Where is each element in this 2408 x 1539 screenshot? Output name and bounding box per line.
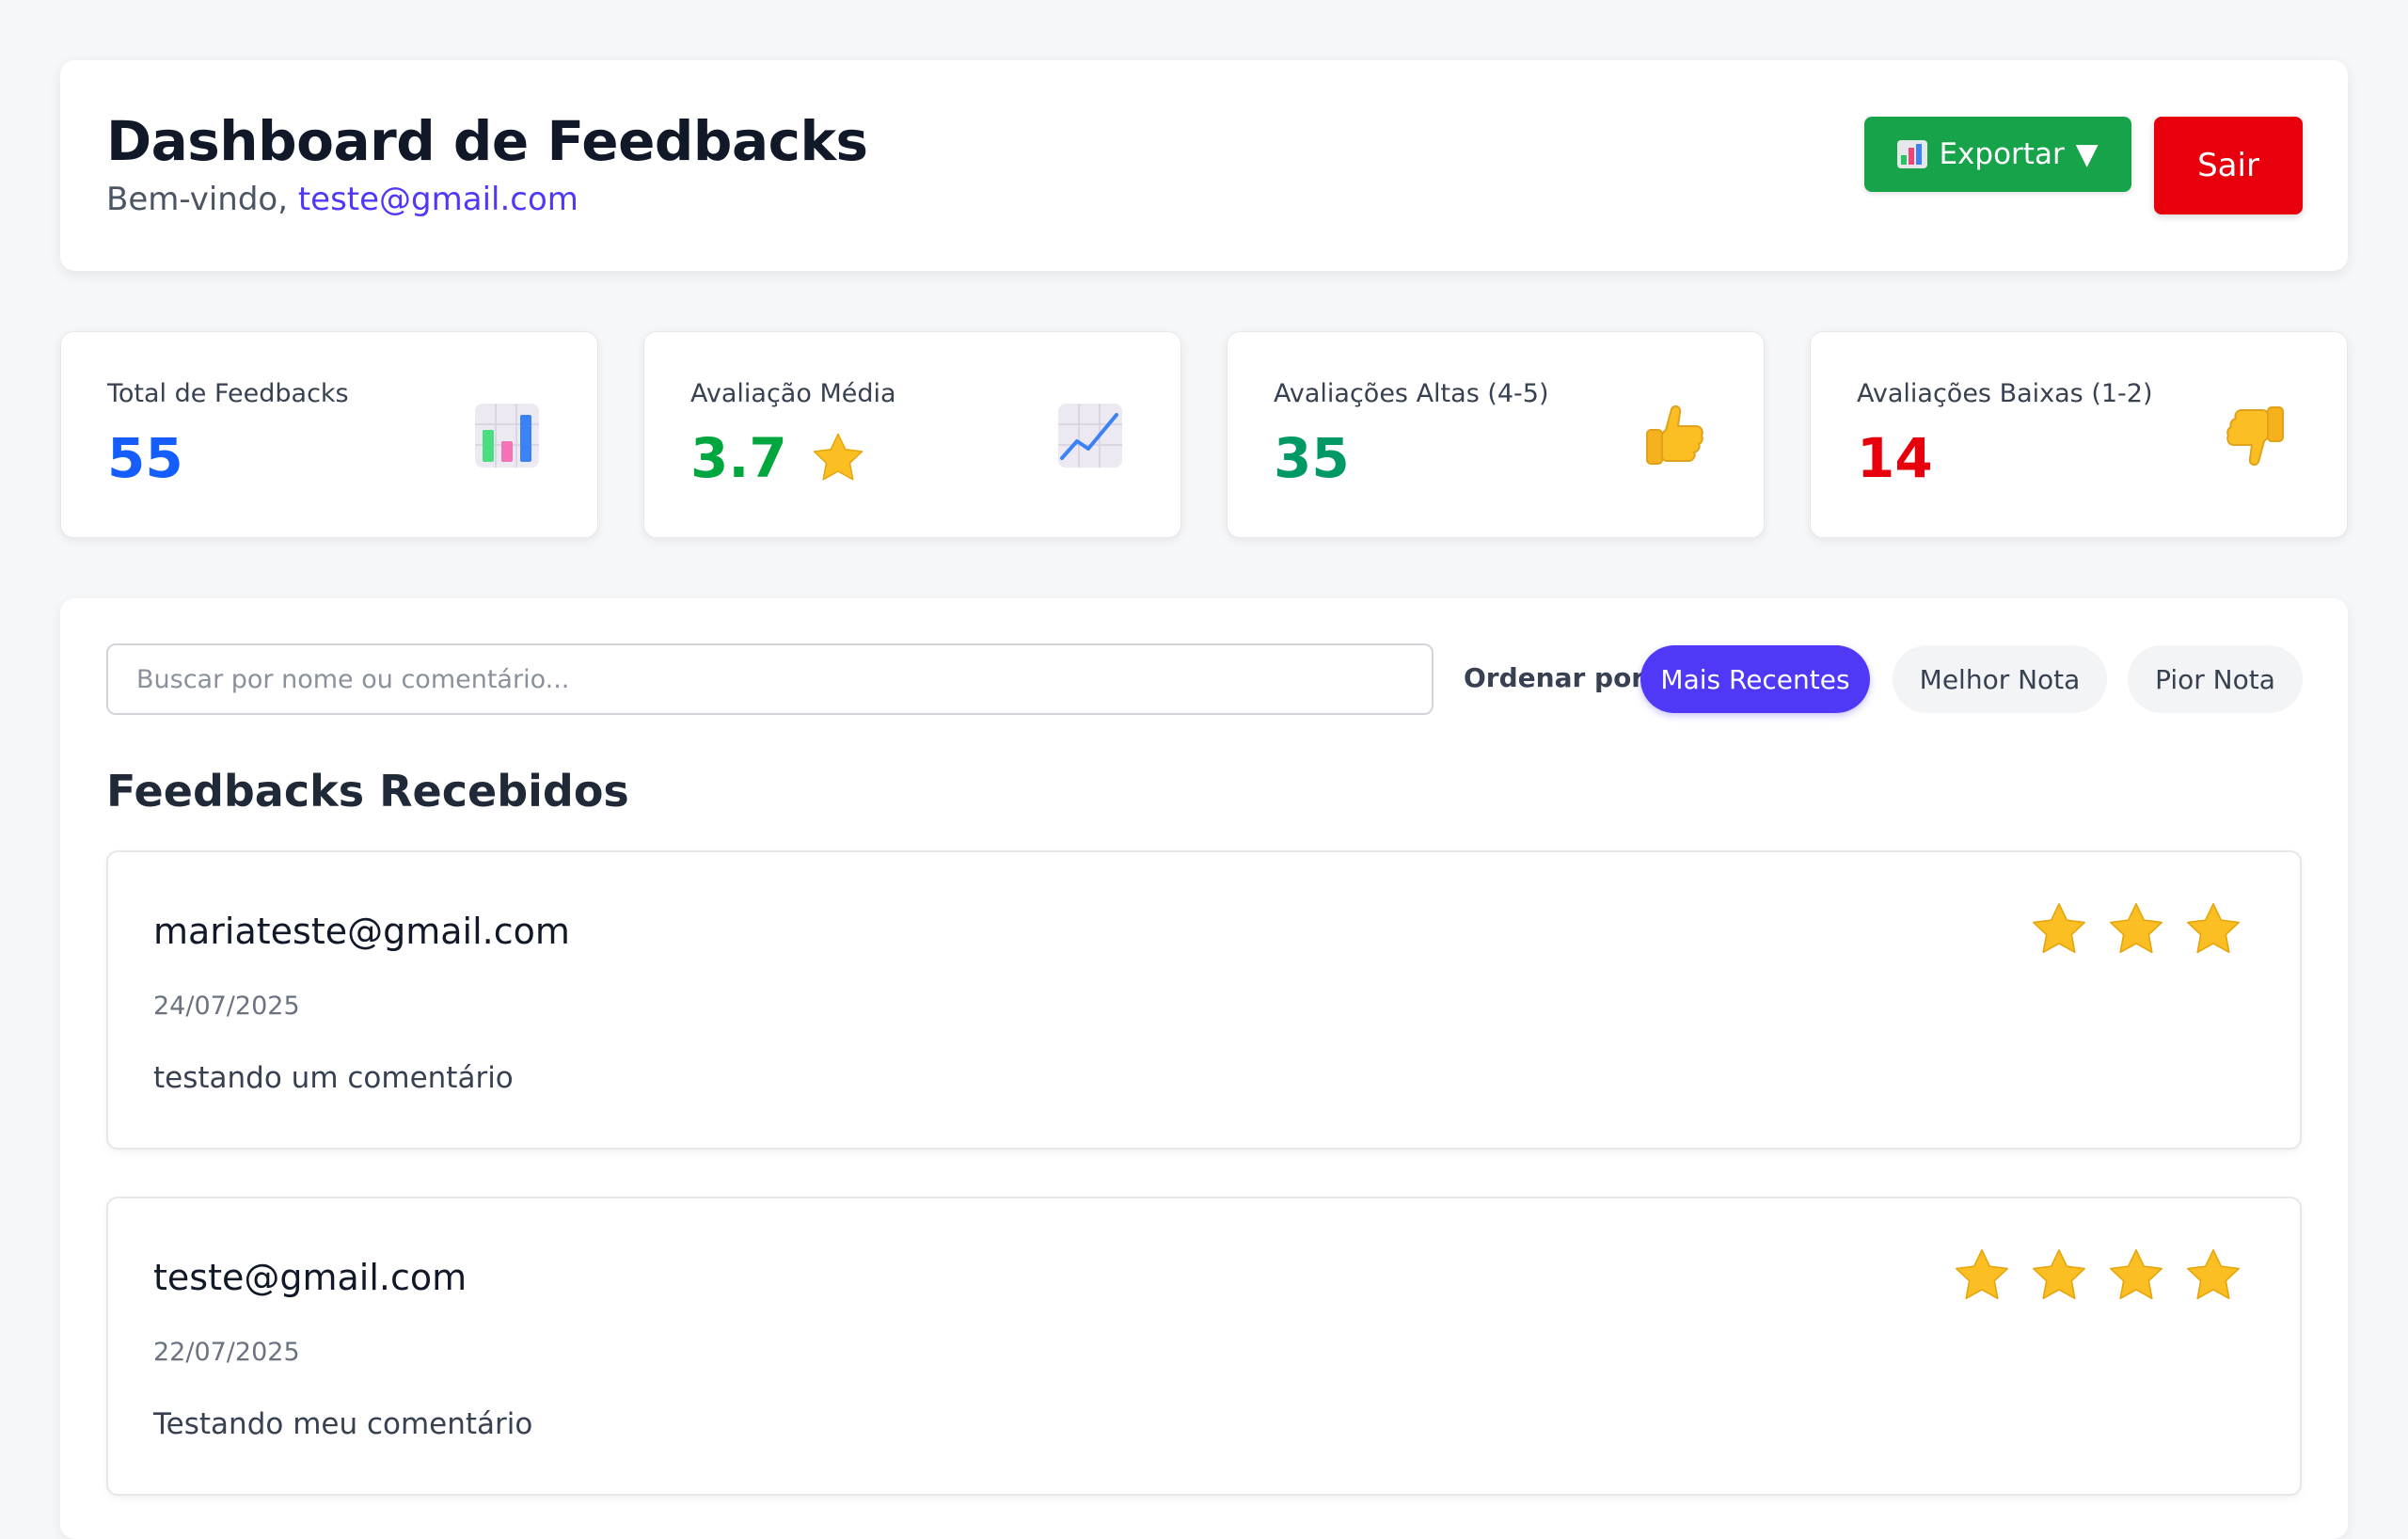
feedback-card: teste@gmail.com 22/07/2025 Testando meu … <box>106 1197 2302 1496</box>
feedbacks-panel: Ordenar por: Mais Recentes Melhor Nota P… <box>60 598 2348 1539</box>
sort-best-button[interactable]: Melhor Nota <box>1893 645 2107 713</box>
stat-label: Avaliações Baixas (1-2) <box>1857 379 2153 408</box>
feedback-date: 22/07/2025 <box>153 1338 300 1367</box>
export-button[interactable]: Exportar ▼ <box>1864 117 2131 192</box>
feedback-card: mariateste@gmail.com 24/07/2025 testando… <box>106 850 2302 1150</box>
stat-number: 55 <box>107 426 183 490</box>
thumbs-up-icon <box>1640 402 1707 469</box>
chevron-down-icon: ▼ <box>2075 137 2099 171</box>
stat-value: 14 <box>1857 426 1933 490</box>
search-input[interactable] <box>106 643 1434 715</box>
star-icon <box>2029 1245 2089 1306</box>
feedback-comment: Testando meu comentário <box>153 1407 533 1441</box>
bar-chart-icon <box>1897 140 1928 168</box>
page-title: Dashboard de Feedbacks <box>106 109 868 173</box>
feedback-comment: testando um comentário <box>153 1061 514 1095</box>
user-email: teste@gmail.com <box>297 181 578 218</box>
rating-stars <box>2029 899 2243 960</box>
star-icon <box>1952 1245 2012 1306</box>
stat-label: Avaliações Altas (4-5) <box>1274 379 1549 408</box>
stat-label: Avaliação Média <box>690 379 896 408</box>
star-icon <box>2029 899 2089 960</box>
bar-chart-icon <box>473 402 541 469</box>
stat-value: 3.7 <box>690 426 866 490</box>
stat-value: 35 <box>1274 426 1350 490</box>
feedback-author: mariateste@gmail.com <box>153 911 570 952</box>
star-icon <box>2183 1245 2243 1306</box>
header-card: Dashboard de Feedbacks Bem-vindo, teste@… <box>60 60 2348 271</box>
sort-worst-button[interactable]: Pior Nota <box>2128 645 2303 713</box>
star-icon <box>2106 899 2166 960</box>
stat-card-high: Avaliações Altas (4-5) 35 <box>1227 331 1765 538</box>
stat-number: 3.7 <box>690 426 787 490</box>
star-icon <box>810 430 866 486</box>
sort-label: Ordenar por: <box>1464 662 1656 693</box>
feedback-date: 24/07/2025 <box>153 992 300 1021</box>
line-chart-icon <box>1056 402 1124 469</box>
stat-value: 55 <box>107 426 183 490</box>
welcome-prefix: Bem-vindo, <box>106 181 289 218</box>
rating-stars <box>1952 1245 2243 1306</box>
section-title: Feedbacks Recebidos <box>106 766 629 817</box>
stat-card-low: Avaliações Baixas (1-2) 14 <box>1810 331 2348 538</box>
export-label: Exportar <box>1939 137 2065 171</box>
stat-card-average: Avaliação Média 3.7 <box>643 331 1181 538</box>
stat-card-total: Total de Feedbacks 55 <box>60 331 598 538</box>
stat-number: 35 <box>1274 426 1350 490</box>
thumbs-down-icon <box>2223 402 2290 469</box>
feedback-author: teste@gmail.com <box>153 1257 467 1298</box>
sort-recent-button[interactable]: Mais Recentes <box>1640 645 1870 713</box>
logout-button[interactable]: Sair <box>2154 117 2303 214</box>
stat-number: 14 <box>1857 426 1933 490</box>
star-icon <box>2106 1245 2166 1306</box>
star-icon <box>2183 899 2243 960</box>
welcome-text: Bem-vindo, teste@gmail.com <box>106 181 578 218</box>
stat-label: Total de Feedbacks <box>107 379 349 408</box>
